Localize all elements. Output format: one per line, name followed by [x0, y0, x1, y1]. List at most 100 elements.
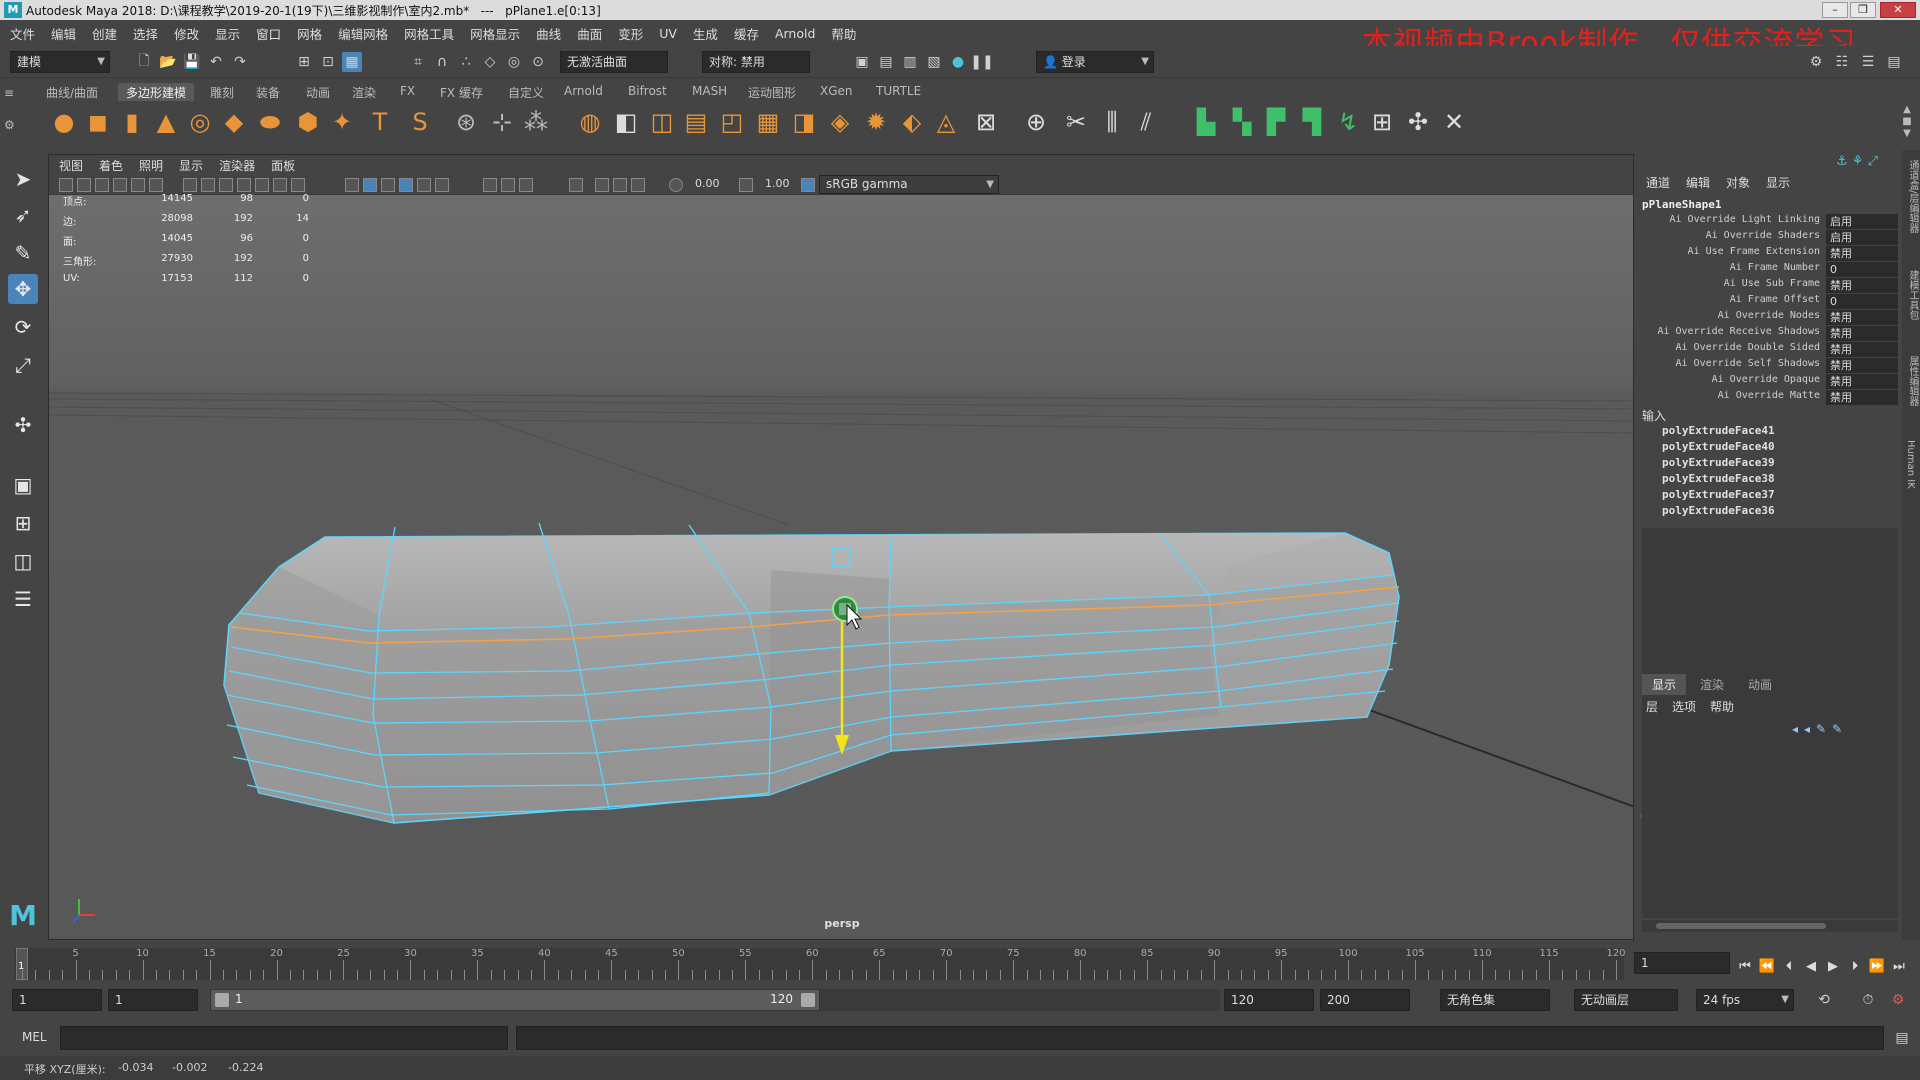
- step-forward-frame-icon[interactable]: ⏵: [1846, 958, 1864, 976]
- channel-box-menu-item[interactable]: 对象: [1726, 174, 1750, 191]
- current-frame-field[interactable]: 1: [1634, 952, 1730, 974]
- menu-item[interactable]: 生成: [693, 24, 718, 43]
- select-object-icon[interactable]: ⊡: [318, 52, 338, 72]
- uv-layout-icon[interactable]: ⊞: [1366, 106, 1398, 138]
- attribute-value[interactable]: 0: [1826, 294, 1898, 309]
- menu-item[interactable]: 窗口: [256, 24, 281, 43]
- attribute-name[interactable]: Ai Override Opaque: [1712, 374, 1820, 385]
- render-settings-icon[interactable]: ▧: [924, 52, 944, 72]
- uv-sew-icon[interactable]: ▜: [1296, 106, 1328, 138]
- attribute-value[interactable]: 禁用: [1826, 278, 1898, 293]
- right-strip-tab[interactable]: 建模工具包: [1905, 270, 1920, 320]
- uv-auto-icon[interactable]: ▚: [1226, 106, 1258, 138]
- shelf-tab[interactable]: TURTLE: [868, 83, 929, 101]
- view-transform-dropdown[interactable]: sRGB gamma ▼: [819, 175, 999, 194]
- textured-icon[interactable]: [399, 178, 413, 192]
- wireframe-mode-icon[interactable]: [345, 178, 359, 192]
- shelf-scroll-icon[interactable]: ▲ ■ ▼: [1900, 104, 1914, 140]
- perspective-viewport[interactable]: 视图 着色 照明 显示 渲染器 面板 0.00 1.00 sRGB gamma ▼: [48, 154, 1634, 940]
- anti-aliasing-icon[interactable]: [631, 178, 645, 192]
- svg-icon[interactable]: S: [404, 106, 436, 138]
- attribute-name[interactable]: Ai Override Self Shadows: [1676, 358, 1821, 369]
- viewport-menu-item[interactable]: 面板: [271, 157, 295, 174]
- modeling-toolkit-icon[interactable]: ⚙: [1806, 52, 1826, 72]
- uv-editor-icon[interactable]: ✣: [1402, 106, 1434, 138]
- viewport-menu-item[interactable]: 渲染器: [219, 157, 255, 174]
- shelf-tab[interactable]: 雕刻: [202, 83, 242, 101]
- menu-item[interactable]: 网格显示: [470, 24, 520, 43]
- cube-icon[interactable]: ◼: [82, 106, 114, 138]
- snap-view-plane-icon[interactable]: ◇: [480, 52, 500, 72]
- save-scene-icon[interactable]: 💾: [182, 52, 202, 72]
- menu-set-dropdown[interactable]: 建模 ▼: [10, 51, 110, 73]
- right-strip-tab[interactable]: 通道盒/层编辑器: [1905, 160, 1920, 233]
- wedge-icon[interactable]: ◈: [824, 106, 856, 138]
- attribute-name[interactable]: Ai Use Sub Frame: [1724, 278, 1820, 289]
- layer-editor-tab[interactable]: 渲染: [1690, 674, 1734, 695]
- torus-icon[interactable]: ◎: [184, 106, 216, 138]
- attribute-name[interactable]: Ai Override Nodes: [1718, 310, 1820, 321]
- motion-blur-icon[interactable]: [613, 178, 627, 192]
- go-to-start-icon[interactable]: ⏮: [1736, 958, 1754, 976]
- step-forward-key-icon[interactable]: ⏩: [1868, 958, 1886, 976]
- cone-icon[interactable]: ▲: [150, 106, 182, 138]
- attribute-name[interactable]: Ai Override Shaders: [1706, 230, 1820, 241]
- star-icon[interactable]: ✦: [326, 106, 358, 138]
- two-panel-layout-icon[interactable]: ◫: [8, 546, 38, 576]
- target-weld-icon[interactable]: ⫽: [1130, 106, 1162, 138]
- attribute-name[interactable]: Ai Frame Offset: [1730, 294, 1820, 305]
- shelf-tab[interactable]: 曲线/曲面: [38, 83, 106, 101]
- snap-together-icon[interactable]: ⊙: [528, 52, 548, 72]
- layer-editor-menu-item[interactable]: 层: [1646, 698, 1658, 715]
- range-end-handle[interactable]: [801, 993, 815, 1007]
- attribute-value[interactable]: 0: [1826, 262, 1898, 277]
- soft-select-tool-icon[interactable]: ✣: [8, 410, 38, 440]
- input-node[interactable]: polyExtrudeFace41: [1662, 424, 1775, 437]
- resolution-gate-icon[interactable]: [219, 178, 233, 192]
- ipr-render-icon[interactable]: ▥: [900, 52, 920, 72]
- extrude-icon[interactable]: ◫: [646, 106, 678, 138]
- make-live-icon[interactable]: ◎: [504, 52, 524, 72]
- viewport-menu-item[interactable]: 视图: [59, 157, 83, 174]
- hypershade-icon[interactable]: ●: [948, 52, 968, 72]
- play-forwards-icon[interactable]: ▶: [1824, 958, 1842, 976]
- shelf-tab[interactable]: 装备: [248, 83, 288, 101]
- cylinder-icon[interactable]: ▮: [116, 106, 148, 138]
- redo-icon[interactable]: ↷: [230, 52, 250, 72]
- move-tool-icon[interactable]: ✥: [8, 274, 38, 304]
- film-gate-icon[interactable]: [201, 178, 215, 192]
- step-back-key-icon[interactable]: ⏪: [1758, 958, 1776, 976]
- playback-start-field[interactable]: 1: [108, 989, 198, 1011]
- crease-icon[interactable]: ⬖: [896, 106, 928, 138]
- menu-item[interactable]: 网格: [297, 24, 322, 43]
- four-view-layout-icon[interactable]: ⊞: [8, 508, 38, 538]
- layer-scrollbar[interactable]: [1642, 920, 1898, 932]
- attribute-name[interactable]: Ai Override Receive Shadows: [1657, 326, 1820, 337]
- new-scene-icon[interactable]: 🗋: [134, 52, 154, 72]
- menu-item[interactable]: 网格工具: [404, 24, 454, 43]
- viewport-menu-item[interactable]: 显示: [179, 157, 203, 174]
- script-editor-icon[interactable]: ▤: [1892, 1028, 1912, 1048]
- shelf-tab[interactable]: Arnold: [556, 83, 611, 101]
- shelf-menu-icon[interactable]: ≡: [4, 86, 16, 100]
- layer-editor-tab[interactable]: 动画: [1738, 674, 1782, 695]
- select-tool-icon[interactable]: ➤: [8, 164, 38, 194]
- fps-dropdown[interactable]: 24 fps ▼: [1696, 989, 1794, 1011]
- login-dropdown[interactable]: 👤 登录 ▼: [1036, 51, 1154, 73]
- render-sequence-icon[interactable]: ▤: [876, 52, 896, 72]
- scene-view[interactable]: [49, 195, 1634, 940]
- playback-end-field[interactable]: 120: [1224, 989, 1314, 1011]
- pause-ipr-icon[interactable]: ❚❚: [970, 52, 993, 72]
- snap-grid-icon[interactable]: ⌗: [408, 52, 428, 72]
- grease-pencil-icon[interactable]: [149, 178, 163, 192]
- gamma-field[interactable]: 1.00: [759, 176, 799, 194]
- xray-active-icon[interactable]: [519, 178, 533, 192]
- single-perspective-layout-icon[interactable]: ▣: [8, 470, 38, 500]
- menu-item[interactable]: 文件: [10, 24, 35, 43]
- menu-item[interactable]: Arnold: [775, 26, 815, 41]
- two-d-pan-zoom-icon[interactable]: [131, 178, 145, 192]
- tool-settings-icon[interactable]: ☰: [1858, 52, 1878, 72]
- maximize-button[interactable]: ❐: [1850, 2, 1876, 18]
- bridge-icon[interactable]: ▤: [680, 106, 712, 138]
- character-set-dropdown[interactable]: 无角色集: [1440, 989, 1550, 1011]
